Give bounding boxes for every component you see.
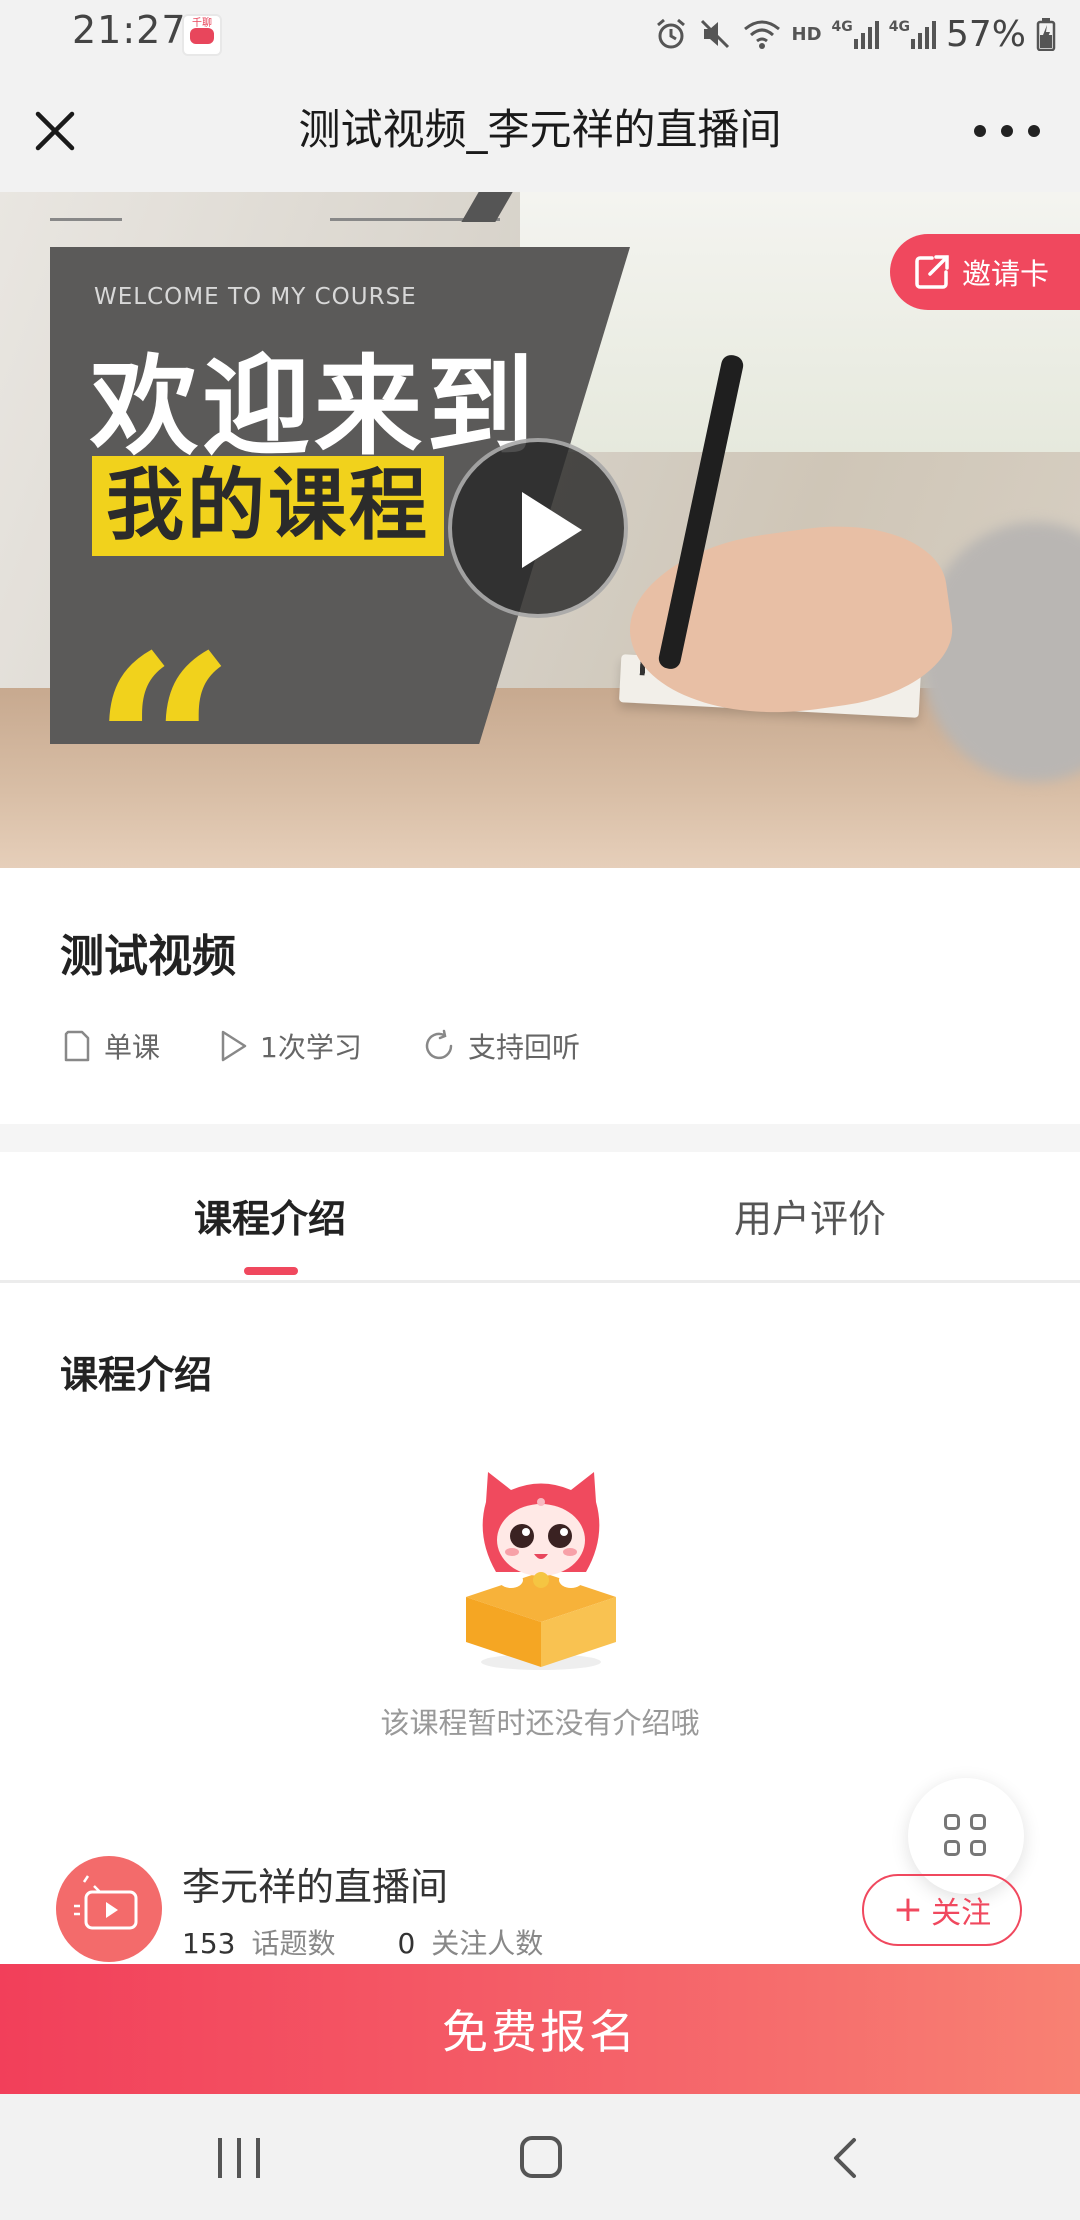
cover-quote-mark: “ [92, 600, 236, 868]
cover-highlight-text: 我的课程 [106, 461, 431, 551]
battery-percent: 57% [945, 13, 1026, 55]
tab-user-reviews[interactable]: 用户评价 [540, 1188, 1080, 1243]
home-icon[interactable] [520, 2136, 562, 2178]
free-register-button[interactable]: 免费报名 [0, 1964, 1080, 2094]
play-icon [522, 492, 582, 568]
status-bar: 21:27 千聊 HD 4G 4G 57% [0, 0, 1080, 68]
app-header: 测试视频_李元祥的直播间 [0, 68, 1080, 192]
invite-card-button[interactable]: 邀请卡 [890, 234, 1080, 310]
tv-icon [74, 1875, 138, 1930]
invite-card-label: 邀请卡 [962, 257, 1050, 291]
cover-highlight: 我的课程 [92, 456, 445, 556]
app-icon-label: 千聊 [192, 18, 212, 29]
share-icon [915, 255, 949, 289]
recent-apps-icon[interactable] [218, 2138, 260, 2178]
cover-subtitle: WELCOME TO MY COURSE [94, 284, 417, 310]
play-button[interactable] [448, 438, 628, 618]
topics-label: 话题数 [251, 1927, 336, 1960]
active-tab-indicator [244, 1267, 298, 1275]
course-meta-learns: 1次学习 [218, 1026, 362, 1066]
status-icons: HD 4G 4G 57% [654, 10, 1057, 58]
register-label: 免费报名 [442, 2005, 638, 2059]
battery-icon [1036, 18, 1056, 51]
tab-bar: 课程介绍 用户评价 [0, 1152, 1080, 1283]
mute-icon [700, 19, 729, 49]
host-avatar[interactable] [56, 1856, 162, 1962]
course-meta-replay: 支持回听 [422, 1026, 580, 1066]
followers-count: 0 [397, 1927, 416, 1960]
app-notification-icon: 千聊 [182, 14, 222, 56]
course-meta-type: 单课 [62, 1026, 160, 1066]
more-icon[interactable] [974, 122, 1040, 140]
course-title: 测试视频 [60, 931, 236, 982]
follow-button[interactable]: + 关注 [862, 1874, 1022, 1946]
close-icon[interactable] [28, 104, 82, 158]
host-stats: 153 话题数 0 关注人数 [182, 1922, 543, 1962]
topics-count: 153 [182, 1927, 236, 1960]
hd-indicator: HD [791, 23, 822, 45]
empty-mascot-image [466, 1472, 616, 1670]
signal-4g-icon: 4G [832, 19, 879, 49]
alarm-icon [656, 18, 685, 49]
follow-label: 关注 [931, 1896, 992, 1931]
followers-label: 关注人数 [431, 1927, 544, 1960]
system-nav-bar [0, 2094, 1080, 2220]
tab-course-intro[interactable]: 课程介绍 [0, 1188, 540, 1243]
page-title: 测试视频_李元祥的直播间 [298, 105, 782, 154]
section-title: 课程介绍 [60, 1353, 213, 1397]
signal-4g-icon: 4G [889, 19, 936, 49]
section-divider [0, 1124, 1080, 1152]
status-time: 21:27 [72, 8, 187, 52]
back-icon[interactable] [826, 2136, 866, 2180]
wifi-icon [743, 20, 780, 49]
plus-icon: + [892, 1889, 924, 1930]
document-icon [64, 1030, 90, 1062]
replay-icon [425, 1029, 453, 1060]
play-outline-icon [221, 1030, 247, 1062]
empty-intro-text: 该课程暂时还没有介绍哦 [380, 1706, 700, 1740]
host-name[interactable]: 李元祥的直播间 [182, 1856, 448, 1911]
cover-headline: 欢迎来到 [90, 345, 539, 470]
